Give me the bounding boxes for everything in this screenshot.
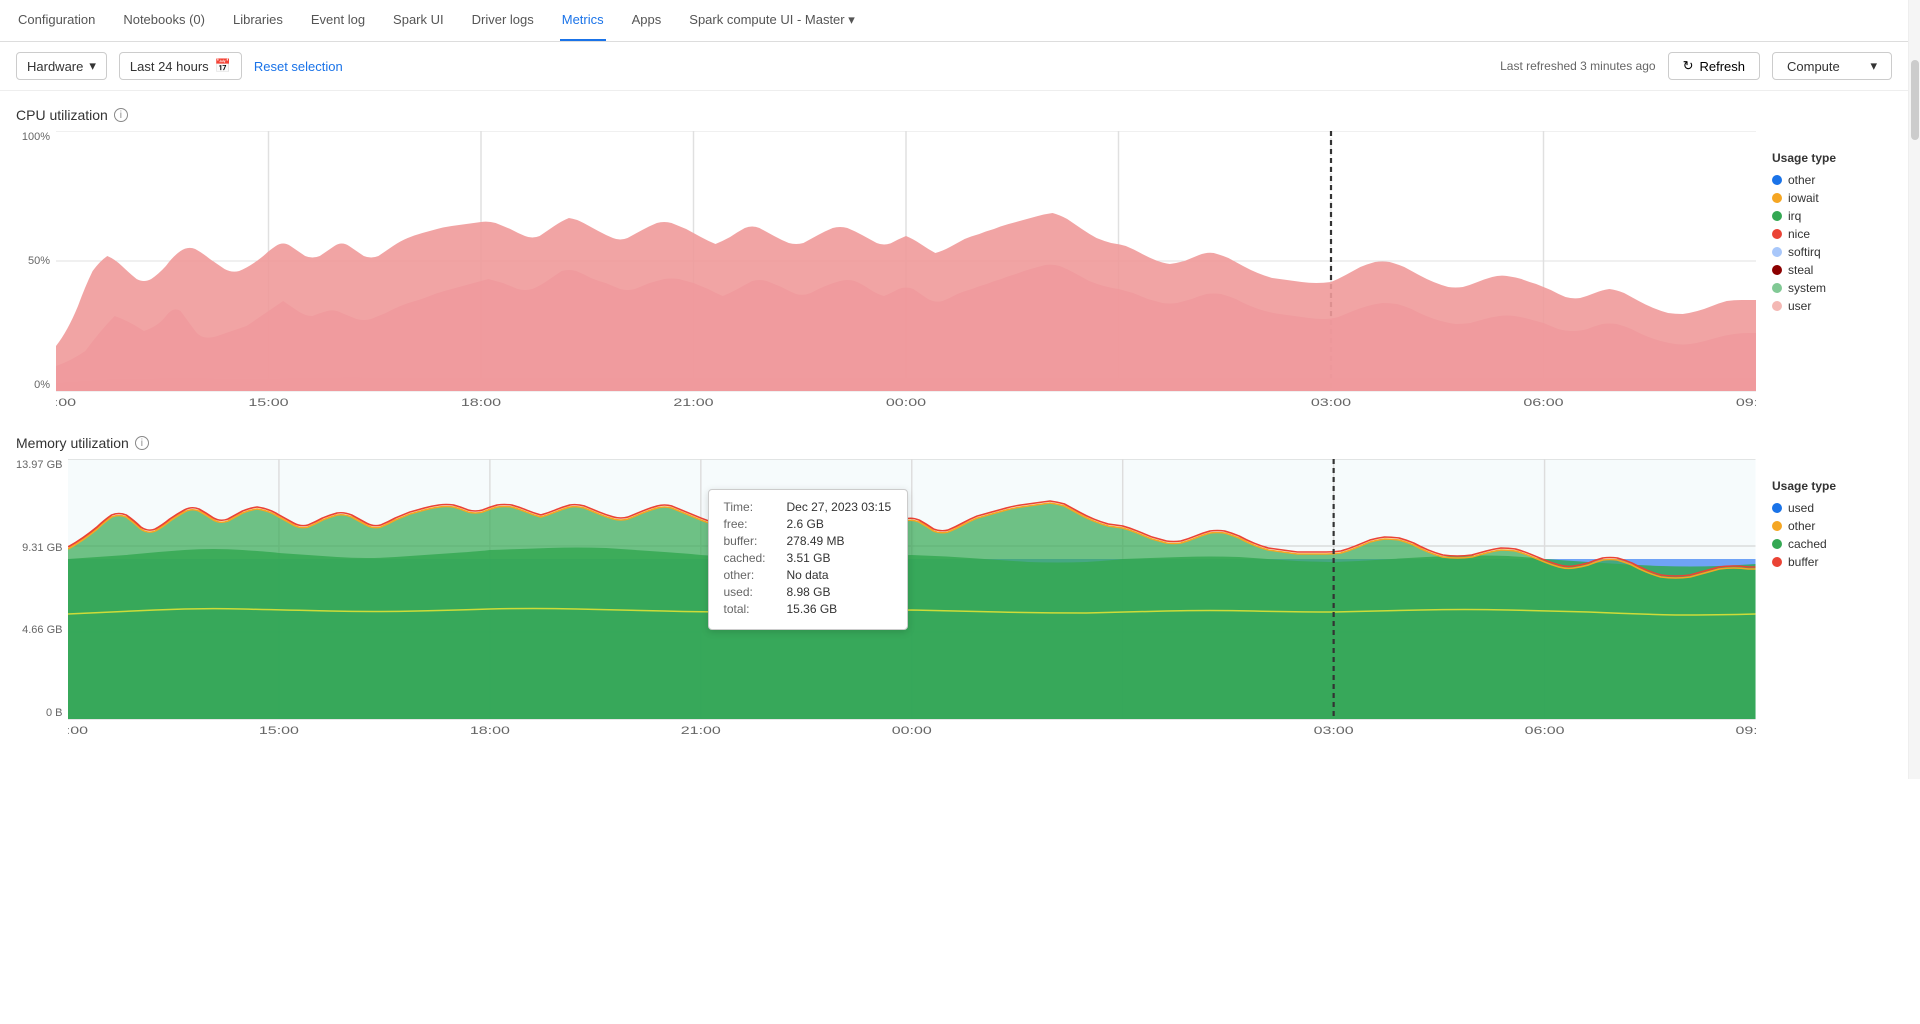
- refresh-icon: ↻: [1683, 58, 1694, 74]
- svg-text:18:00: 18:00: [461, 396, 502, 408]
- legend-buffer: buffer: [1772, 555, 1892, 569]
- svg-text:00:00: 00:00: [892, 724, 932, 736]
- nav-metrics[interactable]: Metrics: [560, 0, 606, 41]
- svg-text:18:00: 18:00: [470, 724, 510, 736]
- memory-tooltip: Time: Dec 27, 2023 03:15 free: 2.6 GB bu…: [708, 489, 908, 630]
- memory-chart-section: Memory utilization i 13.97 GB 9.31 GB 4.…: [16, 435, 1892, 739]
- svg-text:09:00: 09:00: [1736, 724, 1756, 736]
- svg-text:03:00: 03:00: [1311, 396, 1352, 408]
- legend-used: used: [1772, 501, 1892, 515]
- tooltip-free: free: 2.6 GB: [723, 517, 893, 531]
- legend-system: system: [1772, 281, 1892, 295]
- cpu-chart-title: CPU utilization i: [16, 107, 1892, 123]
- charts-area: CPU utilization i 100% 50% 0%: [0, 91, 1908, 779]
- cpu-yaxis: 100% 50% 0%: [16, 131, 56, 411]
- hardware-dropdown[interactable]: Hardware ▾: [16, 52, 107, 80]
- cpu-chart-section: CPU utilization i 100% 50% 0%: [16, 107, 1892, 411]
- legend-irq: irq: [1772, 209, 1892, 223]
- memory-legend: Usage type used other cached: [1772, 459, 1892, 739]
- refresh-button[interactable]: ↻ Refresh: [1668, 52, 1760, 80]
- legend-other-mem: other: [1772, 519, 1892, 533]
- legend-user: user: [1772, 299, 1892, 313]
- nav-apps[interactable]: Apps: [630, 0, 664, 41]
- cpu-chart-svg: 12:00 15:00 18:00 21:00 00:00 03:00 06:0…: [56, 131, 1756, 411]
- chevron-down-icon: ▾: [1870, 58, 1877, 74]
- memory-chart-container: 13.97 GB 9.31 GB 4.66 GB 0 B: [16, 459, 1892, 739]
- svg-text:06:00: 06:00: [1525, 724, 1565, 736]
- svg-text:06:00: 06:00: [1523, 396, 1564, 408]
- svg-text:12:00: 12:00: [56, 396, 77, 408]
- svg-text:03:00: 03:00: [1314, 724, 1354, 736]
- nav-event-log[interactable]: Event log: [309, 0, 367, 41]
- svg-text:21:00: 21:00: [681, 724, 721, 736]
- memory-chart-title: Memory utilization i: [16, 435, 1892, 451]
- cpu-info-icon[interactable]: i: [114, 108, 128, 122]
- toolbar: Hardware ▾ Last 24 hours 📅 Reset selecti…: [0, 42, 1908, 91]
- tooltip-other: other: No data: [723, 568, 893, 582]
- memory-yaxis: 13.97 GB 9.31 GB 4.66 GB 0 B: [16, 459, 68, 739]
- legend-nice: nice: [1772, 227, 1892, 241]
- tooltip-cached: cached: 3.51 GB: [723, 551, 893, 565]
- tooltip-total: total: 15.36 GB: [723, 602, 893, 616]
- legend-steal: steal: [1772, 263, 1892, 277]
- cpu-chart-container: 100% 50% 0%: [16, 131, 1892, 411]
- legend-other: other: [1772, 173, 1892, 187]
- reset-selection-link[interactable]: Reset selection: [254, 59, 343, 74]
- svg-text:00:00: 00:00: [886, 396, 927, 408]
- nav-spark-ui[interactable]: Spark UI: [391, 0, 446, 41]
- tooltip-used: used: 8.98 GB: [723, 585, 893, 599]
- memory-info-icon[interactable]: i: [135, 436, 149, 450]
- nav-libraries[interactable]: Libraries: [231, 0, 285, 41]
- legend-softirq: softirq: [1772, 245, 1892, 259]
- calendar-icon: 📅: [215, 58, 231, 74]
- svg-text:15:00: 15:00: [259, 724, 299, 736]
- compute-dropdown[interactable]: Compute ▾: [1772, 52, 1892, 80]
- nav-bar: Configuration Notebooks (0) Libraries Ev…: [0, 0, 1908, 42]
- nav-notebooks[interactable]: Notebooks (0): [121, 0, 207, 41]
- svg-text:15:00: 15:00: [248, 396, 289, 408]
- scrollbar-thumb[interactable]: [1911, 60, 1919, 140]
- nav-driver-logs[interactable]: Driver logs: [470, 0, 536, 41]
- scrollbar-track[interactable]: [1908, 0, 1920, 779]
- nav-configuration[interactable]: Configuration: [16, 0, 97, 41]
- legend-iowait: iowait: [1772, 191, 1892, 205]
- tooltip-time: Time: Dec 27, 2023 03:15: [723, 500, 893, 514]
- svg-text:12:00: 12:00: [68, 724, 88, 736]
- memory-chart-svg: 12:00 15:00 18:00 21:00 00:00 03:00 06:0…: [68, 459, 1756, 739]
- nav-spark-compute[interactable]: Spark compute UI - Master ▾: [687, 0, 856, 41]
- svg-text:21:00: 21:00: [673, 396, 714, 408]
- svg-text:09:00: 09:00: [1736, 396, 1756, 408]
- cpu-legend: Usage type other iowait irq: [1772, 131, 1892, 411]
- date-range-picker[interactable]: Last 24 hours 📅: [119, 52, 242, 80]
- tooltip-buffer: buffer: 278.49 MB: [723, 534, 893, 548]
- last-refreshed-text: Last refreshed 3 minutes ago: [1500, 59, 1655, 73]
- legend-cached: cached: [1772, 537, 1892, 551]
